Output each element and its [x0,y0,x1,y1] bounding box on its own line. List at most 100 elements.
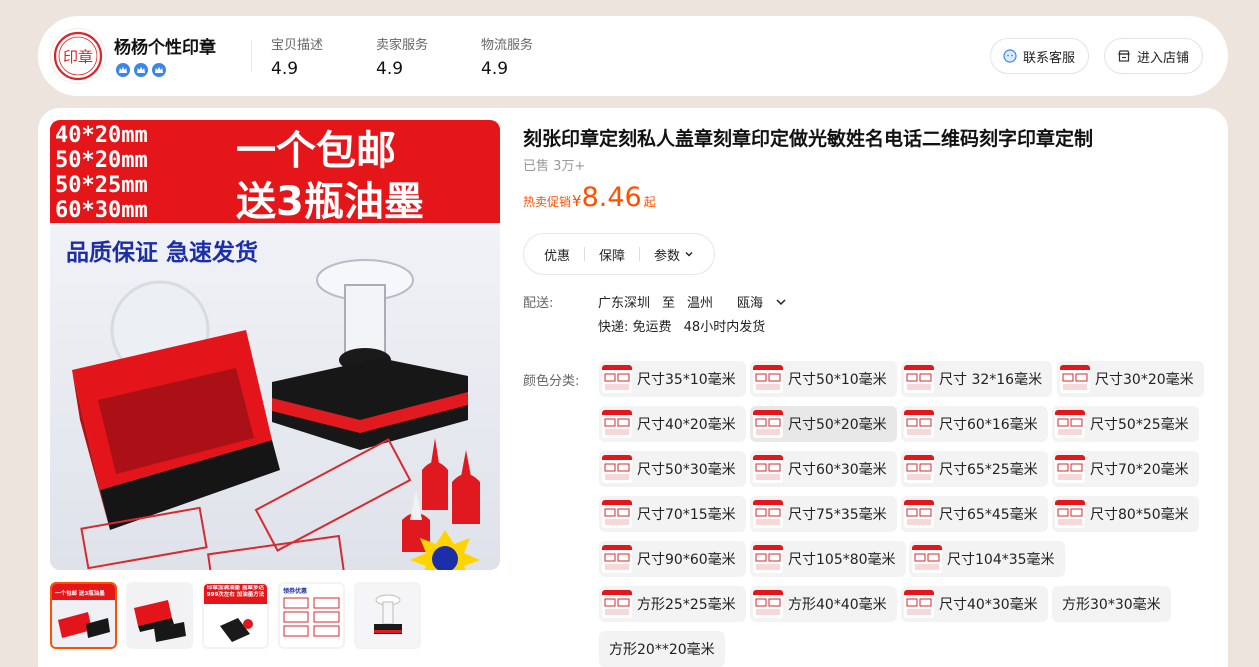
option-thumbnail [753,500,783,528]
score-value: 4.9 [481,59,509,79]
option-chip[interactable]: 尺寸30*20毫米 [1057,361,1204,397]
option-chip[interactable]: 方形25*25毫米 [599,586,746,622]
sold-count: 已售 3万+ [523,159,586,174]
headline-gift-ink: 送3瓶油墨 [236,179,424,225]
option-chip-label: 尺寸104*35毫米 [947,552,1055,568]
score-value: 4.9 [376,59,404,79]
option-chip-label: 尺寸40*20毫米 [637,417,736,433]
tab-parameters[interactable]: 参数 [654,245,694,264]
option-thumbnail [1055,500,1085,528]
option-thumbnail [904,455,934,483]
thumbnail-2[interactable] [126,582,193,649]
option-chip[interactable]: 方形30*30毫米 [1052,586,1171,622]
option-chip[interactable]: 方形20**20毫米 [599,631,725,667]
option-chip-label: 尺寸65*25毫米 [939,462,1038,478]
option-chip-label: 尺寸50*30毫米 [637,462,736,478]
option-chip-label: 尺寸80*50毫米 [1090,507,1189,523]
product-title: 刻张印章定刻私人盖章刻章印定做光敏姓名电话二维码刻字印章定制 [523,128,1094,150]
option-chip[interactable]: 尺寸 32*16毫米 [901,361,1053,397]
option-chip-label: 尺寸105*80毫米 [788,552,896,568]
option-chip-label: 尺寸65*45毫米 [939,507,1038,523]
price-suffix: 起 [643,195,656,209]
svg-text:印章: 印章 [63,48,93,66]
tab-guarantee[interactable]: 保障 [599,245,625,264]
option-thumbnail [1055,410,1085,438]
option-chip-label: 尺寸50*25毫米 [1090,417,1189,433]
option-chip[interactable]: 尺寸60*16毫米 [901,406,1048,442]
size-label: 50*20mm [55,148,148,173]
option-thumbnail [904,500,934,528]
tab-parameters-label: 参数 [654,248,681,264]
option-chip-label: 尺寸60*30毫米 [788,462,887,478]
option-chip[interactable]: 尺寸75*35毫米 [750,496,897,532]
option-chip-label: 尺寸35*10毫米 [637,372,736,388]
chevron-down-icon [776,298,786,305]
option-chip[interactable]: 尺寸50*10毫米 [750,361,897,397]
ship-city: 温州 [687,296,714,311]
option-chip-label: 尺寸90*60毫米 [637,552,736,568]
score-label: 物流服务 [481,38,534,53]
option-chip[interactable]: 尺寸40*20毫米 [599,406,746,442]
option-chip[interactable]: 尺寸60*30毫米 [750,451,897,487]
option-chip[interactable]: 尺寸104*35毫米 [909,541,1065,577]
slogan-text: 品质保证 急速发货 [66,239,258,266]
stamp-logo-icon: 印章 [53,31,103,81]
option-chip[interactable]: 尺寸105*80毫米 [750,541,906,577]
headline-free-shipping: 一个包邮 [236,128,396,174]
thumbnail-image [128,584,191,647]
thumbnail-image: 一个包邮 送3瓶油墨 [52,584,115,647]
option-chip[interactable]: 尺寸90*60毫米 [599,541,746,577]
option-chip[interactable]: 尺寸35*10毫米 [599,361,746,397]
option-thumbnail [904,410,934,438]
option-thumbnail [753,590,783,618]
chevron-down-icon [685,252,693,257]
option-chip[interactable]: 尺寸65*45毫米 [901,496,1048,532]
product-card: 40*20mm 50*20mm 50*25mm 60*30mm 一个包邮 送3瓶… [38,108,1228,667]
option-chip-label: 尺寸75*35毫米 [788,507,887,523]
option-chip-label: 尺寸40*30毫米 [939,597,1038,613]
divider [251,40,252,72]
express-fee: 快递: 免运费 [598,320,672,335]
crown-badge-icon [116,63,130,77]
option-chip[interactable]: 尺寸40*30毫米 [901,586,1048,622]
contact-service-button[interactable]: 联系客服 [990,38,1090,74]
price-value: 8.46 [581,182,642,213]
thumbnail-4[interactable]: 领券优惠 [278,582,345,649]
info-tabs: 优惠 保障 参数 [523,233,716,275]
option-chip[interactable]: 尺寸50*20毫米 [750,406,897,442]
option-chip[interactable]: 尺寸50*25毫米 [1052,406,1199,442]
thumbnail-strip: 一个包邮 送3瓶油墨 印章加满油墨 盖章多达999次左右 加油墨方法 领券优惠 [50,582,421,649]
thumbnail-1[interactable]: 一个包邮 送3瓶油墨 [50,582,117,649]
enter-shop-button[interactable]: 进入店铺 [1104,38,1204,74]
shipping-route[interactable]: 广东深圳 至 温州 瓯海 [598,292,787,311]
store-icon [1118,50,1130,62]
crown-badge-icon [152,63,166,77]
option-chip[interactable]: 尺寸70*20毫米 [1052,451,1199,487]
thumbnail-caption: 印章加满油墨 盖章多达999次左右 加油墨方法 [206,585,265,598]
option-chip[interactable]: 尺寸70*15毫米 [599,496,746,532]
shop-logo[interactable]: 印章 [50,28,106,84]
shipping-details: 快递: 免运费 48小时内发货 [598,316,773,335]
tab-discount[interactable]: 优惠 [544,245,570,264]
option-thumbnail [753,365,783,393]
product-main-image[interactable]: 40*20mm 50*20mm 50*25mm 60*30mm 一个包邮 送3瓶… [50,120,500,570]
option-chip[interactable]: 尺寸65*25毫米 [901,451,1048,487]
shop-header: 印章 杨杨个性印章 宝贝描述 4.9 卖家服务 4.9 物流服务 4.9 联系客… [38,16,1228,96]
promo-tag: 热卖促销 [523,195,572,209]
option-chip[interactable]: 方形40*40毫米 [750,586,897,622]
shop-name[interactable]: 杨杨个性印章 [114,33,216,58]
thumbnail-5[interactable] [354,582,421,649]
thumbnail-3[interactable]: 印章加满油墨 盖章多达999次左右 加油墨方法 [202,582,269,649]
option-chip[interactable]: 尺寸50*30毫米 [599,451,746,487]
size-label: 60*30mm [55,198,148,223]
option-chip-label: 方形40*40毫米 [788,597,887,613]
option-chip-label: 尺寸50*20毫米 [788,417,887,433]
option-thumbnail [753,455,783,483]
score-logistics: 物流服务 4.9 [481,34,533,79]
option-thumbnail [1060,365,1090,393]
option-chip[interactable]: 尺寸80*50毫米 [1052,496,1199,532]
top-strip [0,0,1259,6]
contact-service-label: 联系客服 [1023,50,1076,66]
divider [584,247,586,261]
score-label: 宝贝描述 [271,38,324,53]
